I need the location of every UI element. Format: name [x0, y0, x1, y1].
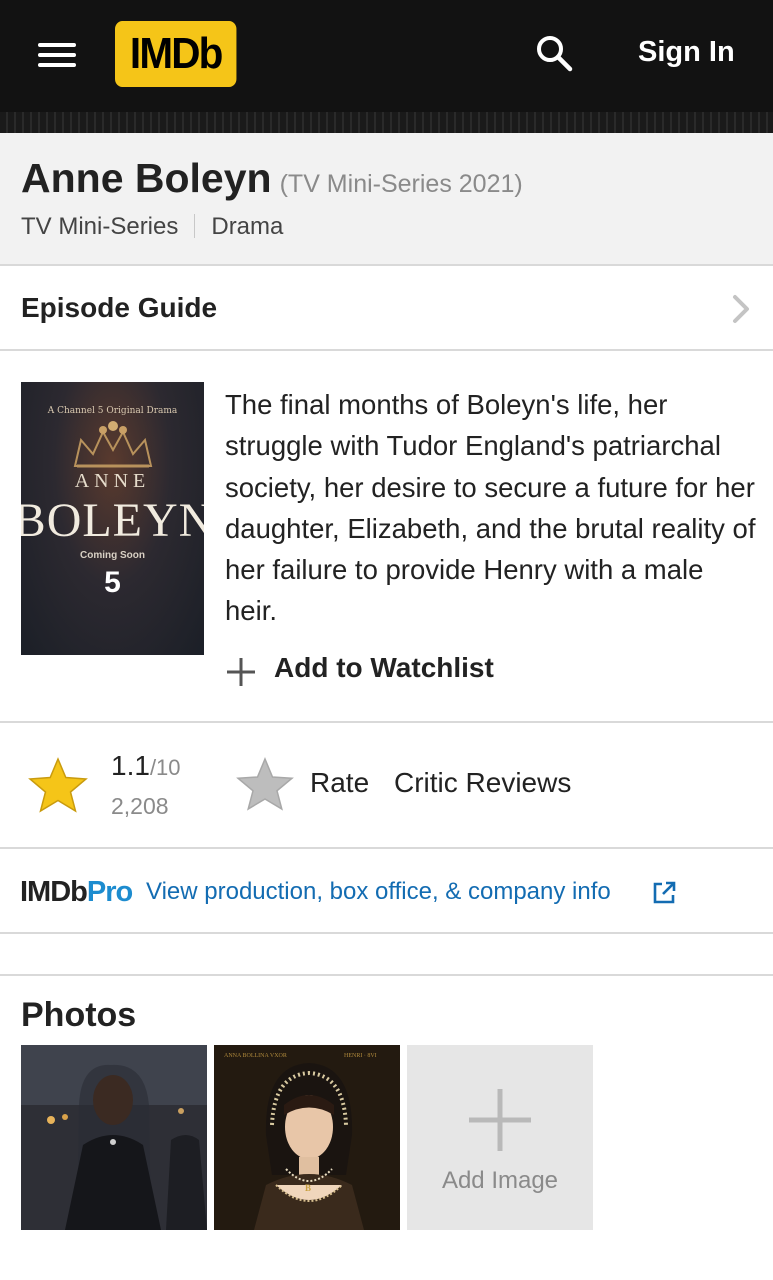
genre-tv-mini-series[interactable]: TV Mini-Series: [21, 213, 178, 240]
divider: [0, 974, 773, 976]
title-name: Anne Boleyn: [21, 155, 272, 201]
imdbpro-logo-imdb: IMDb: [20, 876, 88, 908]
plus-icon: [469, 1089, 531, 1151]
external-link-icon[interactable]: [651, 880, 677, 906]
title-meta: (TV Mini-Series 2021): [279, 170, 523, 198]
search-icon[interactable]: [534, 33, 574, 73]
rating-out-of: /10: [149, 755, 181, 780]
page-title: Anne Boleyn (TV Mini-Series 2021): [21, 155, 523, 202]
top-navigation-bar: IMDb Sign In: [0, 0, 773, 112]
photo-thumbnail-2[interactable]: ANNA BOLLINA VXOR HENRI · 8VI B: [214, 1045, 400, 1230]
add-image-button[interactable]: Add Image: [407, 1045, 593, 1230]
photos-heading: Photos: [21, 996, 137, 1034]
poster-image[interactable]: A Channel 5 Original Drama ANNE BOLEYN C…: [21, 382, 204, 655]
poster-channel-logo: 5: [104, 566, 121, 599]
poster-title-line1: ANNE: [74, 470, 151, 492]
imdbpro-link[interactable]: View production, box office, & company i…: [146, 878, 611, 906]
sign-in-button[interactable]: Sign In: [638, 36, 735, 69]
photo-1-scene: [21, 1045, 207, 1230]
critic-reviews-link[interactable]: Critic Reviews: [394, 767, 571, 799]
add-to-watchlist-label: Add to Watchlist: [274, 652, 494, 683]
plot-summary: The final months of Boleyn's life, her s…: [225, 389, 756, 627]
imdbpro-logo-pro: Pro: [86, 876, 133, 908]
hamburger-menu-icon[interactable]: [38, 40, 78, 70]
svg-text:ANNA BOLLINA VXOR: ANNA BOLLINA VXOR: [224, 1053, 287, 1059]
divider: [0, 721, 773, 723]
photo-thumbnail-1[interactable]: [21, 1045, 207, 1230]
add-image-label: Add Image: [441, 1167, 559, 1194]
svg-text:HENRI · 8VI: HENRI · 8VI: [344, 1053, 377, 1059]
poster-top-text: A Channel 5 Original Drama: [47, 406, 178, 416]
rating-value: 1.1/10: [111, 750, 181, 782]
episode-guide-link[interactable]: Episode Guide: [0, 266, 773, 351]
genre-list: TV Mini-Series Drama: [21, 213, 283, 241]
crown-illustration: [73, 421, 153, 468]
poster-title-line2: BOLEYN: [21, 494, 204, 547]
poster-coming-soon: Coming Soon: [80, 550, 145, 561]
star-outline-icon[interactable]: [236, 757, 294, 811]
imdbpro-logo[interactable]: IMDbPro: [20, 876, 133, 909]
chevron-right-icon: [733, 295, 749, 323]
photo-2-portrait: ANNA BOLLINA VXOR HENRI · 8VI B: [214, 1045, 400, 1230]
episode-guide-label: Episode Guide: [21, 292, 218, 323]
imdb-logo[interactable]: IMDb: [115, 21, 237, 87]
divider: [0, 932, 773, 934]
rating-score: 1.1: [111, 750, 150, 781]
star-filled-icon: [28, 757, 88, 813]
svg-text:B: B: [305, 1183, 311, 1193]
rating-count: 2,208: [111, 793, 169, 819]
genre-separator: [194, 214, 196, 238]
rate-button[interactable]: Rate: [310, 767, 369, 799]
genre-drama[interactable]: Drama: [211, 213, 283, 240]
plus-icon: [227, 658, 255, 686]
header-stripe-divider: [0, 112, 773, 133]
title-block: Anne Boleyn (TV Mini-Series 2021) TV Mini…: [0, 133, 773, 266]
divider: [0, 847, 773, 849]
